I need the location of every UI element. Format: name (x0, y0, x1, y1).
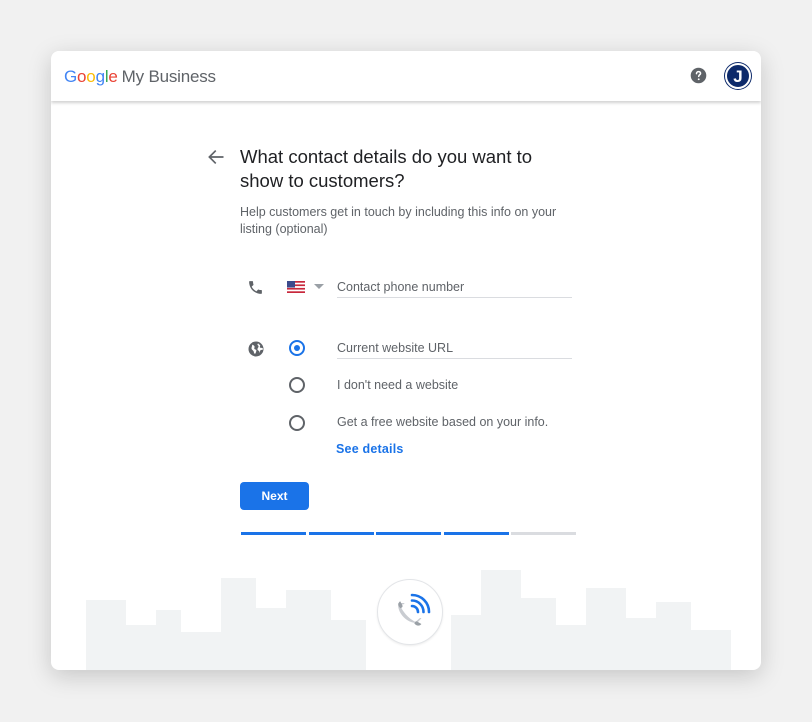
logo-letter: e (108, 67, 118, 86)
phone-call-icon (398, 593, 431, 626)
phone-call-badge (377, 579, 443, 645)
progress-segment (511, 532, 576, 535)
phone-number-input[interactable]: Contact phone number (337, 279, 572, 298)
option-free-website-label[interactable]: Get a free website based on your info. (337, 415, 548, 429)
radio-current-website[interactable] (289, 340, 305, 356)
progress-segment (376, 532, 441, 535)
progress-segment (241, 532, 306, 535)
radio-free-website[interactable] (289, 415, 305, 431)
help-circle-icon[interactable] (690, 67, 707, 84)
app-window: Google My Business J What contact details… (51, 51, 761, 670)
us-flag-icon[interactable] (287, 281, 305, 293)
progress-segment (444, 532, 509, 535)
page-title: What contact details do you want to show… (240, 146, 533, 191)
progress-bar (241, 532, 579, 535)
chevron-down-icon[interactable] (314, 284, 324, 289)
website-url-input[interactable]: Current website URL (337, 340, 572, 359)
product-name: My Business (121, 67, 216, 86)
option-no-website-label[interactable]: I don't need a website (337, 378, 458, 392)
logo-letter: o (86, 67, 96, 86)
arrow-back-icon[interactable] (206, 147, 226, 167)
logo-letter: g (95, 67, 105, 86)
next-button[interactable]: Next (240, 482, 309, 510)
page-subtitle: Help customers get in touch by including… (240, 205, 557, 236)
logo-letter: G (64, 67, 78, 86)
radio-no-website[interactable] (289, 377, 305, 393)
globe-icon (248, 341, 264, 357)
account-avatar[interactable]: J (725, 63, 751, 89)
top-app-bar: Google My Business J (51, 51, 761, 101)
phone-icon (249, 281, 262, 294)
logo-letter: o (77, 67, 87, 86)
progress-segment (309, 532, 374, 535)
see-details-link[interactable]: See details (336, 442, 404, 456)
google-my-business-logo[interactable]: Google My Business (64, 67, 216, 87)
